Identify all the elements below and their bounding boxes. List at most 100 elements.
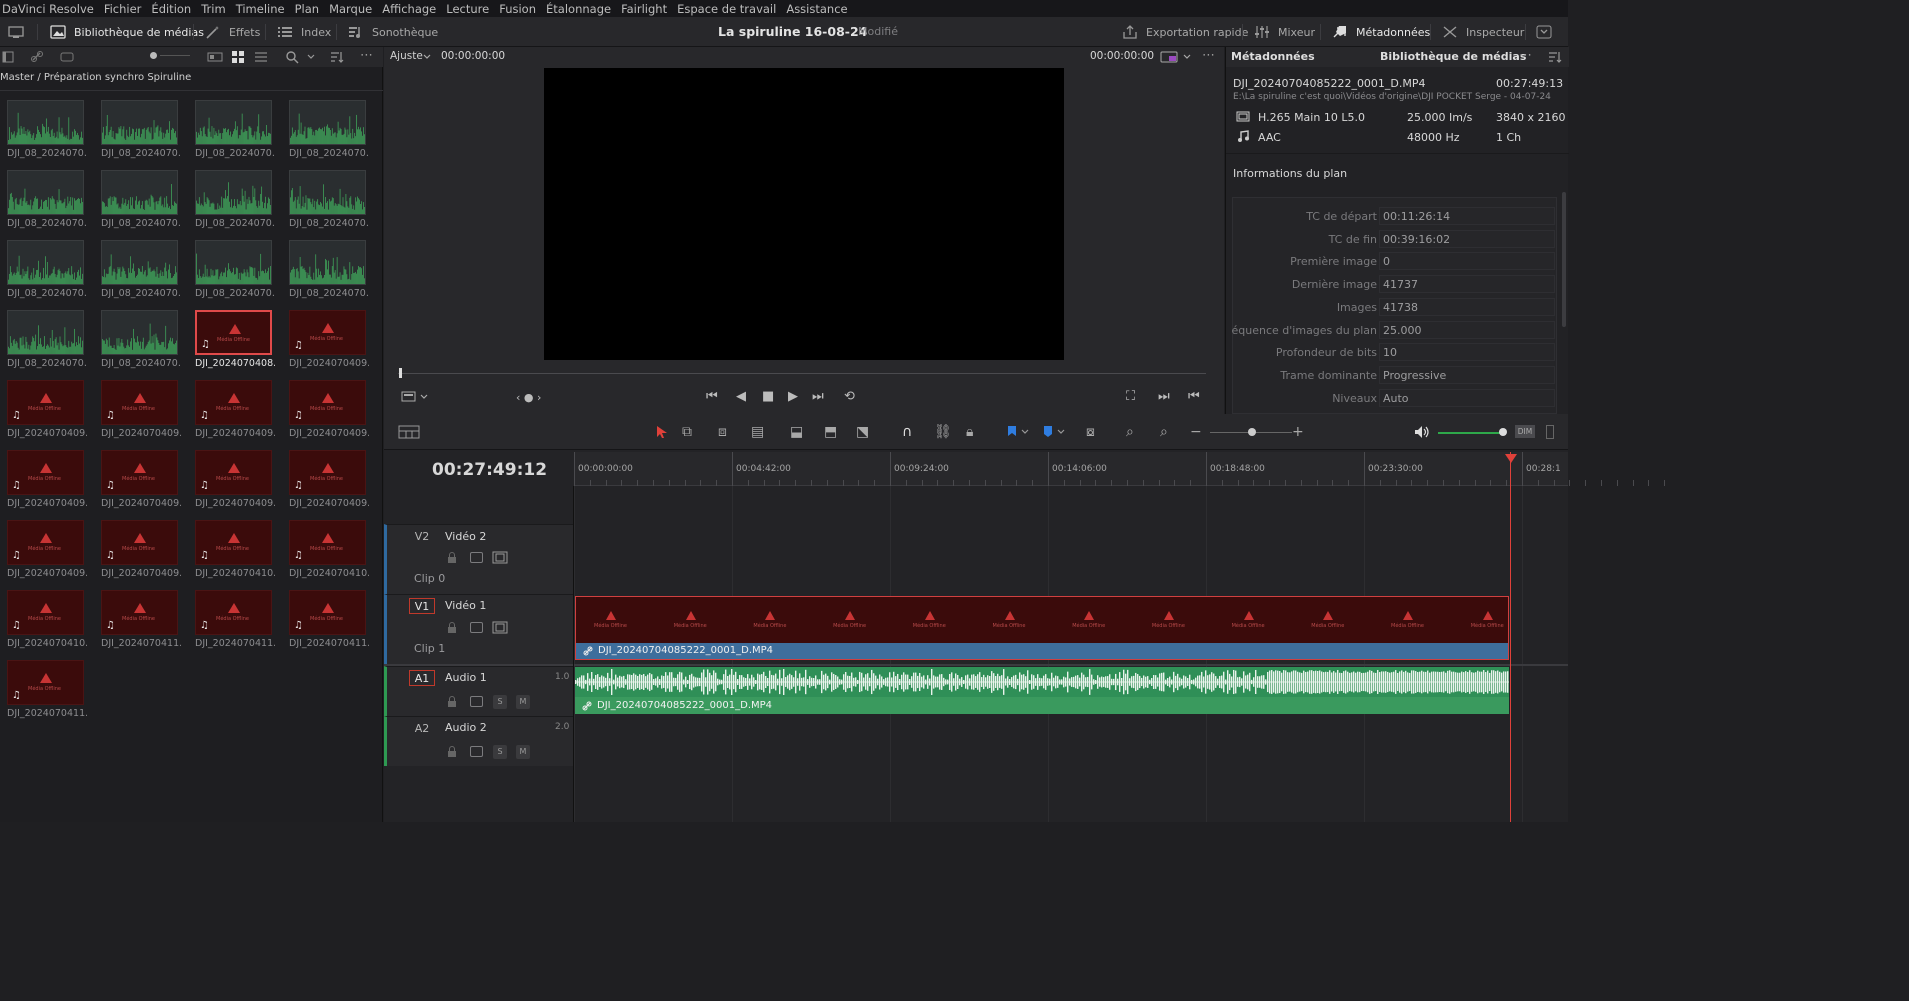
auto-select-button[interactable] [470,622,483,633]
viewer-screen[interactable] [544,68,1064,360]
more-options-icon[interactable]: ⋯ [1202,48,1215,63]
expand-menu-button[interactable] [1536,17,1560,47]
overwrite-clip-icon[interactable]: ⬒ [824,424,837,440]
clip-thumbnail[interactable]: Média Offline ♫ DJI_2024070409... [282,442,369,509]
lock-icon[interactable] [447,746,457,758]
menu-item-7[interactable]: Affichage [382,2,436,16]
metadata-value-field[interactable]: 00:11:26:14 [1379,207,1555,225]
clip-thumbnail[interactable]: DJI_08_2024070... [0,302,87,369]
jog-control[interactable]: ‹ ● › [516,391,541,404]
scrub-bar[interactable] [398,373,1206,374]
list-view-icon[interactable] [255,51,267,63]
search-icon[interactable] [285,50,299,64]
metadata-value-field[interactable]: 41738 [1379,297,1555,316]
output-mode-icon[interactable] [1160,51,1178,63]
link-icon[interactable] [30,50,44,64]
go-to-start-button[interactable]: ⏮ [706,389,718,404]
go-to-end-button[interactable]: ⏭ [812,389,824,404]
film-icon[interactable] [492,621,508,634]
clip-thumbnail[interactable]: Média Offline ♫ DJI_2024070409... [0,512,87,579]
clip-thumbnail[interactable]: Média Offline ♫ DJI_2024070409... [188,442,275,509]
clip-thumbnail[interactable]: Média Offline ♫ DJI_2024070409... [0,372,87,439]
track-id-v1[interactable]: V1 [409,598,435,614]
play-button[interactable]: ▶ [788,389,798,404]
track-name-a2[interactable]: Audio 2 [445,721,487,734]
metadata-view-icon[interactable] [207,51,223,63]
effects-button[interactable]: Effets [205,17,260,47]
scrub-playhead[interactable] [399,368,402,378]
clip-thumbnail[interactable]: DJI_08_2024070... [282,232,369,299]
menu-item-5[interactable]: Plan [295,2,319,16]
clip-thumbnail[interactable]: DJI_08_2024070... [0,92,87,159]
metadata-value-field[interactable]: Progressive [1379,365,1555,384]
blade-tool-icon[interactable]: ▤ [751,424,764,440]
menu-item-9[interactable]: Fusion [499,2,536,16]
next-edit-button[interactable]: ⏭ [1158,389,1170,404]
metadata-value-field[interactable]: 00:39:16:02 [1379,229,1555,248]
zoom-out-icon[interactable]: − [1190,424,1202,440]
speaker-icon[interactable] [1414,425,1430,439]
menu-item-6[interactable]: Marque [329,2,372,16]
clip-thumbnail[interactable]: DJI_08_2024070... [94,162,181,229]
clip-thumbnail[interactable]: Média Offline ♫ DJI_2024070411... [0,652,87,719]
volume-slider-thumb[interactable] [1499,428,1507,436]
sound-library-button[interactable]: Sonothèque [348,17,438,47]
index-button[interactable]: Index [277,17,331,47]
metadata-value-field[interactable]: 25.000 [1379,320,1555,339]
marker-icon[interactable] [1042,425,1068,439]
track-name-a1[interactable]: Audio 1 [445,671,487,684]
clip-thumbnail[interactable]: Média Offline ♫ DJI_2024070410... [282,512,369,579]
dynamic-trim-icon[interactable]: ⧈ [718,424,727,440]
auto-select-button[interactable] [470,746,483,757]
menu-item-1[interactable]: Fichier [104,2,142,16]
track-name-v1[interactable]: Vidéo 1 [445,599,486,612]
clip-thumbnail[interactable]: Média Offline ♫ DJI_2024070409... [94,512,181,579]
clip-thumbnail[interactable]: DJI_08_2024070... [94,92,181,159]
menu-item-11[interactable]: Fairlight [621,2,667,16]
timeline-view-icon[interactable] [398,425,420,439]
thumb-size-slider[interactable] [150,52,157,59]
more-options-icon[interactable]: ⋯ [360,48,373,63]
clip-thumbnail[interactable]: Média Offline ♫ DJI_2024070408... [188,302,275,369]
replace-clip-icon[interactable]: ⬔ [856,424,869,440]
film-icon[interactable] [492,551,508,564]
metadata-value-field[interactable]: Auto [1379,388,1555,407]
video-clip[interactable]: Média Offline Média Offline Média Offline M… [575,596,1509,660]
clip-thumbnail[interactable]: Média Offline ♫ DJI_2024070411... [94,582,181,649]
auto-select-button[interactable] [470,552,483,563]
stop-button[interactable]: ■ [762,389,774,404]
viewer-options-icon[interactable] [401,390,431,404]
metadata-value-field[interactable]: 10 [1379,343,1555,362]
clip-thumbnail[interactable]: DJI_08_2024070... [0,232,87,299]
menu-item-3[interactable]: Trim [201,2,225,16]
link-icon[interactable]: ⛓ [934,424,952,440]
tab-media-pool[interactable]: Bibliothèque de médias [1380,50,1526,63]
dim-button[interactable]: DIM [1515,425,1535,438]
tab-metadata[interactable]: Métadonnées [1231,50,1315,63]
quick-export-button[interactable]: Exportation rapide [1122,17,1248,47]
selection-tool-icon[interactable] [656,425,668,439]
sort-icon[interactable] [1548,51,1562,63]
clip-thumbnail[interactable]: Média Offline ♫ DJI_2024070410... [0,582,87,649]
play-reverse-button[interactable]: ◀ [736,389,746,404]
clip-thumbnail[interactable]: Média Offline ♫ DJI_2024070409... [0,442,87,509]
mute-button[interactable]: M [516,695,530,709]
zoom-custom-icon[interactable]: ⌕ [1160,424,1168,440]
flag-icon[interactable] [1006,425,1032,439]
sort-icon[interactable] [330,50,344,64]
timeline-ruler[interactable]: 00:00:00:00 00:04:42:00 00:09:24:00 00:14:0… [574,452,1666,486]
chevron-down-icon[interactable] [306,52,316,62]
prev-edit-button[interactable]: ⏮ [1188,389,1200,404]
loop-button[interactable]: ⟲ [844,389,855,404]
menu-item-4[interactable]: Timeline [236,2,285,16]
track-id-a1[interactable]: A1 [409,670,435,686]
mixer-button[interactable]: Mixeur [1254,17,1315,47]
auto-select-button[interactable] [470,696,483,707]
clip-thumbnail[interactable]: DJI_08_2024070... [282,92,369,159]
zoom-select[interactable]: Ajuste [390,50,423,62]
grid-view-icon[interactable] [232,51,244,63]
clip-thumbnail[interactable]: DJI_08_2024070... [0,162,87,229]
metadata-value-field[interactable]: 0 [1379,252,1555,271]
track-id-a2[interactable]: A2 [409,721,435,737]
clip-thumbnail[interactable]: DJI_08_2024070... [282,162,369,229]
